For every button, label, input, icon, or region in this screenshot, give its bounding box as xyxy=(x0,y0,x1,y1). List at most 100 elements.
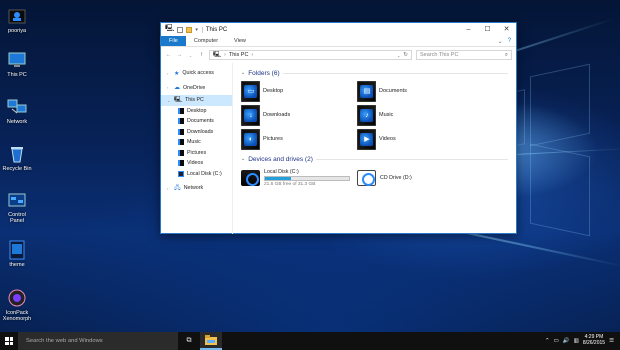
drives-grid: Local Disk (C:) 21.6 GB free of 31.3 GB … xyxy=(241,164,516,189)
desktop-icon-pooriya[interactable]: pooriya xyxy=(2,6,32,34)
drive-usage-bar xyxy=(264,176,350,181)
chevron-down-icon[interactable]: ⌄ xyxy=(241,156,245,162)
nav-item-videos[interactable]: Videos xyxy=(161,158,232,169)
nav-label: Quick access xyxy=(182,70,214,77)
volume-icon[interactable]: 🔊 xyxy=(563,338,570,344)
desktop-folder-icon: ▭ xyxy=(241,80,260,102)
chevron-up-icon[interactable]: ⌃ xyxy=(545,338,550,344)
close-button[interactable]: ✕ xyxy=(497,23,516,36)
expand-ribbon-icon[interactable]: ⌄ xyxy=(498,38,503,45)
iconpack-icon xyxy=(7,288,27,308)
nav-label: Documents xyxy=(187,118,214,125)
collapse-arrow-icon[interactable]: › xyxy=(167,186,171,191)
nav-item-this-pc[interactable]: ⌄ 🖳 This PC xyxy=(161,95,232,106)
up-button[interactable]: ↑ xyxy=(198,52,205,58)
documents-folder-icon: ▤ xyxy=(357,80,376,102)
tab-file[interactable]: File xyxy=(161,36,186,46)
nav-item-quick-access[interactable]: › ★ Quick access xyxy=(161,68,232,79)
network-status-icon[interactable]: ▥ xyxy=(574,338,579,344)
control-panel-icon xyxy=(7,190,27,210)
nav-item-local-disk[interactable]: Local Disk (C:) xyxy=(161,169,232,180)
breadcrumb-separator-icon: › xyxy=(251,52,254,58)
search-placeholder: Search This PC xyxy=(420,52,459,58)
taskbar-search-box[interactable]: Search the web and Windows xyxy=(18,332,178,350)
nav-item-documents[interactable]: Documents xyxy=(161,116,232,127)
address-dropdown-icon[interactable]: ⌄ xyxy=(397,53,400,58)
help-icon[interactable]: ? xyxy=(508,38,511,44)
folder-item-documents[interactable]: ▤ Documents xyxy=(357,80,473,102)
drive-item-local-disk[interactable]: Local Disk (C:) 21.6 GB free of 31.3 GB xyxy=(241,167,357,189)
folder-item-pictures[interactable]: ◐ Pictures xyxy=(241,128,357,150)
search-box[interactable]: Search This PC ⌕ xyxy=(416,50,512,60)
folder-item-videos[interactable]: ▶ Videos xyxy=(357,128,473,150)
quick-access-toolbar: 🖳 ▾ xyxy=(165,24,198,35)
desktop-icon-theme[interactable]: theme xyxy=(2,240,32,268)
clock[interactable]: 4:29 PM 8/26/2015 xyxy=(583,334,605,347)
forward-button[interactable]: → xyxy=(176,52,183,58)
action-center-icon[interactable]: ☰ xyxy=(609,338,614,344)
back-button[interactable]: ← xyxy=(165,52,172,58)
desktop-icon-iconpack-xenomorph[interactable]: IconPack Xenomorph xyxy=(2,288,32,323)
folder-item-downloads[interactable]: ↓ Downloads xyxy=(241,104,357,126)
task-view-button[interactable]: ⧉ xyxy=(178,332,200,350)
cloud-icon: ☁ xyxy=(174,85,180,92)
chevron-down-icon[interactable]: ▾ xyxy=(195,27,198,33)
nav-label: Music xyxy=(187,139,201,146)
desktop-icon-label: Recycle Bin xyxy=(2,166,32,172)
recent-locations-icon[interactable]: ⌄ xyxy=(187,53,194,58)
chevron-down-icon[interactable]: ⌄ xyxy=(241,70,245,76)
address-field[interactable]: 🖳 › This PC › ⌄ ↻ xyxy=(209,50,412,60)
recycle-bin-icon xyxy=(7,144,27,164)
nav-item-downloads[interactable]: Downloads xyxy=(161,127,232,138)
divider xyxy=(315,158,508,160)
nav-label: Local Disk (C:) xyxy=(187,170,222,177)
folder-symbol: ▶ xyxy=(364,135,370,143)
computer-icon xyxy=(7,50,27,70)
nav-label: Videos xyxy=(187,160,204,167)
navigation-pane: › ★ Quick access › ☁ OneDrive ⌄ 🖳 This P… xyxy=(161,63,233,234)
user-folder-icon xyxy=(7,6,27,26)
folder-icon xyxy=(178,107,184,114)
nav-item-desktop[interactable]: Desktop xyxy=(161,106,232,117)
folders-group-header[interactable]: ⌄ Folders (6) xyxy=(241,68,516,78)
desktop-icon-control-panel[interactable]: Control Panel xyxy=(2,190,32,225)
folder-item-desktop[interactable]: ▭ Desktop xyxy=(241,80,357,102)
tab-view[interactable]: View xyxy=(226,36,254,46)
system-tray: ⌃ ▭ 🔊 ▥ 4:29 PM 8/26/2015 ☰ xyxy=(545,334,620,347)
nav-item-onedrive[interactable]: › ☁ OneDrive xyxy=(161,83,232,94)
start-button[interactable] xyxy=(0,332,18,350)
drive-usage-fill xyxy=(265,177,292,180)
file-explorer-icon xyxy=(205,335,217,345)
title-bar[interactable]: 🖳 ▾ This PC – ☐ ✕ xyxy=(161,23,516,36)
breadcrumb-this-pc[interactable]: This PC xyxy=(229,52,249,58)
refresh-icon[interactable]: ↻ xyxy=(403,52,408,58)
new-folder-icon[interactable] xyxy=(186,26,193,33)
taskbar-explorer-button[interactable] xyxy=(200,332,222,350)
desktop-icon-this-pc[interactable]: This PC xyxy=(2,50,32,78)
collapse-arrow-icon[interactable]: › xyxy=(167,71,171,76)
maximize-button[interactable]: ☐ xyxy=(478,23,497,36)
drive-item-cd-drive[interactable]: CD Drive (D:) xyxy=(357,167,473,189)
nav-item-network[interactable]: › 🖧 Network xyxy=(161,183,232,194)
folder-symbol: ♪ xyxy=(365,111,369,119)
notification-icon[interactable]: ▭ xyxy=(554,338,559,344)
drive-icon xyxy=(178,170,184,177)
nav-item-pictures[interactable]: Pictures xyxy=(161,148,232,159)
breadcrumb-separator-icon: › xyxy=(224,52,226,58)
folder-icon xyxy=(178,128,184,135)
desktop-icon-network[interactable]: Network xyxy=(2,97,32,125)
collapse-arrow-icon[interactable]: › xyxy=(167,85,171,90)
properties-icon[interactable] xyxy=(177,26,184,33)
desktop-icon-label: theme xyxy=(9,262,25,268)
desktop-icon-label: Network xyxy=(6,119,28,125)
folder-icon xyxy=(178,149,184,156)
minimize-button[interactable]: – xyxy=(459,23,478,36)
tab-computer[interactable]: Computer xyxy=(186,36,226,46)
folder-label: Documents xyxy=(379,88,407,94)
nav-item-music[interactable]: Music xyxy=(161,137,232,148)
theme-file-icon xyxy=(7,240,27,260)
devices-group-header[interactable]: ⌄ Devices and drives (2) xyxy=(241,154,516,164)
desktop-icon-recycle-bin[interactable]: Recycle Bin xyxy=(2,144,32,172)
folder-item-music[interactable]: ♪ Music xyxy=(357,104,473,126)
expand-arrow-icon[interactable]: ⌄ xyxy=(167,98,171,103)
